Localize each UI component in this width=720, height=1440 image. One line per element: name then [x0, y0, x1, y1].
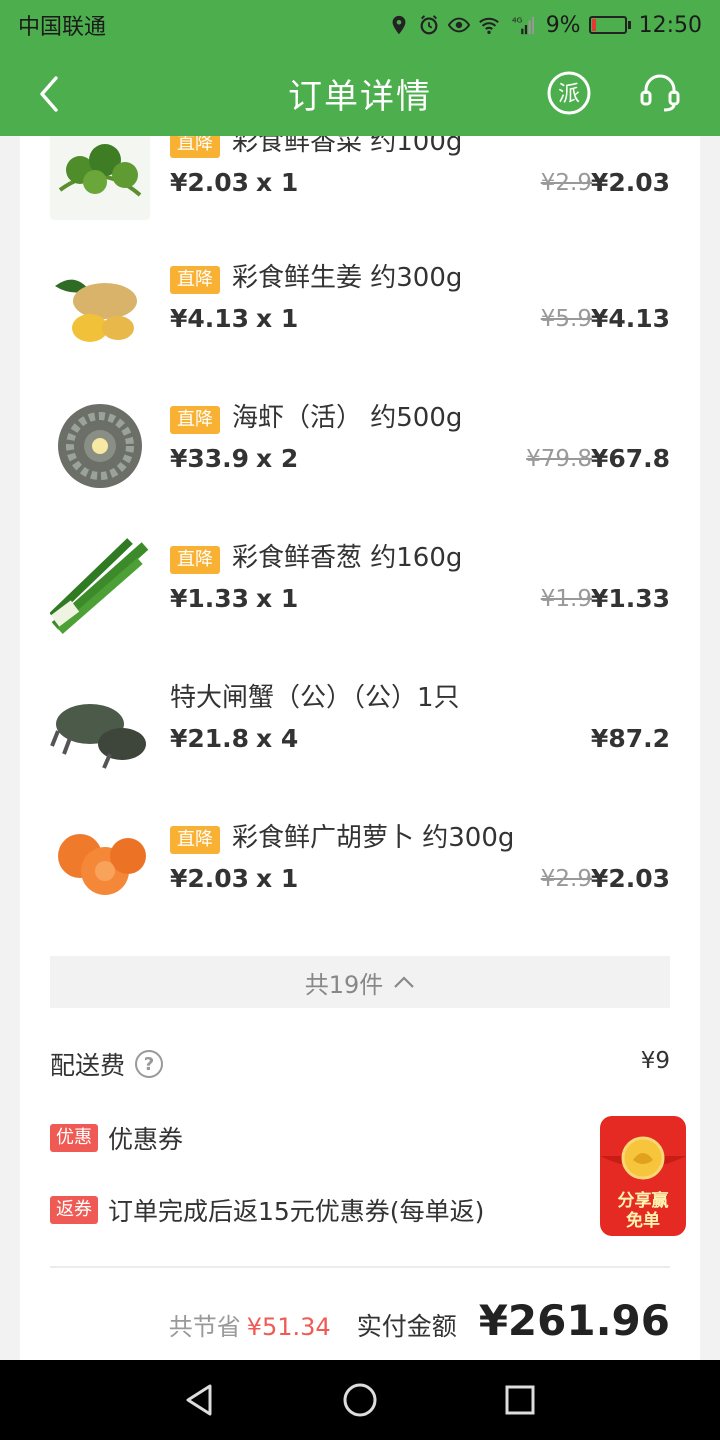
clock-time: 12:50 — [638, 12, 702, 38]
customer-service-icon[interactable] — [636, 68, 684, 116]
original-price: ¥1.9 — [540, 586, 592, 612]
status-bar: 中国联通 4G 9% 12:50 — [0, 0, 720, 50]
coupon-label: 优惠券 — [108, 1125, 184, 1154]
order-detail-card: 直降 彩食鲜香菜 约100g ¥2.03 x 1 ¥2.9 ¥2.03 直降 彩… — [20, 136, 700, 1360]
red-packet-line2: 免单 — [626, 1210, 660, 1231]
item-total: ¥87.2 — [590, 724, 670, 753]
unit-price: ¥33.9 — [170, 444, 250, 473]
page-title: 订单详情 — [288, 76, 432, 117]
product-name: 彩食鲜广胡萝卜 约300g — [232, 823, 515, 853]
order-item[interactable]: 直降 彩食鲜香菜 约100g ¥2.03 x 1 ¥2.9 ¥2.03 — [50, 136, 670, 240]
delivery-fee-value: ¥9 — [640, 1048, 670, 1074]
system-navigation-bar — [0, 1360, 720, 1440]
discount-tag: 直降 — [170, 826, 220, 854]
discount-tag: 直降 — [170, 266, 220, 294]
quantity: x 1 — [256, 168, 299, 197]
item-total: ¥67.8 — [590, 444, 670, 473]
unit-price: ¥2.03 — [170, 168, 250, 197]
collapse-items-button[interactable]: 共19件 — [50, 956, 670, 1008]
product-name: 彩食鲜香菜 约100g — [232, 136, 463, 157]
unit-price: ¥1.33 — [170, 584, 250, 613]
item-total: ¥2.03 — [590, 864, 670, 893]
product-image-coriander — [50, 136, 150, 220]
product-name: 彩食鲜香葱 约160g — [232, 543, 463, 573]
quantity: x 1 — [256, 584, 299, 613]
home-circle-icon[interactable] — [340, 1380, 380, 1420]
share-free-order-button[interactable]: 分享赢 免单 — [600, 1116, 686, 1236]
quantity: x 4 — [256, 724, 299, 753]
original-price: ¥5.9 — [540, 306, 592, 332]
discount-tag: 直降 — [170, 406, 220, 434]
carrier-name: 中国联通 — [18, 15, 107, 40]
original-price: ¥79.8 — [526, 446, 592, 472]
share-icon[interactable]: 派 — [546, 70, 592, 116]
order-item[interactable]: 直降 海虾（活） 约500g ¥33.9 x 2 ¥79.8 ¥67.8 — [50, 396, 670, 516]
discount-tag: 直降 — [170, 136, 220, 158]
unit-price: ¥21.8 — [170, 724, 250, 753]
coupon-badge: 优惠 — [50, 1124, 98, 1152]
quantity: x 1 — [256, 304, 299, 333]
item-count-label: 共19件 — [304, 970, 384, 999]
product-image-ginger — [50, 256, 150, 356]
order-item[interactable]: 直降 彩食鲜广胡萝卜 约300g ¥2.03 x 1 ¥2.9 ¥2.03 — [50, 816, 670, 936]
item-total: ¥1.33 — [590, 584, 670, 613]
return-coupon-badge: 返券 — [50, 1196, 98, 1224]
original-price: ¥2.9 — [540, 170, 592, 196]
payment-summary: 共节省 ¥51.34 实付金额 ¥261.96 — [169, 1296, 670, 1345]
product-name: 特大闸蟹（公）（公）1只 — [170, 683, 460, 713]
order-item[interactable]: 直降 彩食鲜生姜 约300g ¥4.13 x 1 ¥5.9 ¥4.13 — [50, 256, 670, 376]
back-triangle-icon[interactable] — [180, 1380, 220, 1420]
battery-percent: 9% — [545, 12, 581, 38]
discount-tag: 直降 — [170, 546, 220, 574]
product-name: 海虾（活） 约500g — [232, 403, 463, 433]
battery-icon — [588, 16, 631, 34]
eye-icon — [447, 17, 470, 33]
chevron-up-icon — [394, 976, 415, 988]
product-image-shrimp — [50, 396, 150, 496]
status-icons: 4G 9% 12:50 — [388, 13, 702, 38]
header-bar: 订单详情 派 — [0, 50, 720, 136]
quantity: x 1 — [256, 864, 299, 893]
unit-price: ¥4.13 — [170, 304, 250, 333]
savings-value: ¥51.34 — [246, 1313, 331, 1341]
return-coupon-label: 订单完成后返15元优惠券(每单返) — [108, 1197, 485, 1226]
order-item[interactable]: 特大闸蟹（公）（公）1只 ¥21.8 x 4 ¥87.2 — [50, 676, 670, 796]
red-packet-line1: 分享赢 — [618, 1190, 669, 1211]
quantity: x 2 — [256, 444, 299, 473]
delivery-fee-label: 配送费 — [50, 1051, 126, 1080]
location-icon — [392, 15, 406, 35]
product-image-carrot — [50, 816, 150, 916]
order-item[interactable]: 直降 彩食鲜香葱 约160g ¥1.33 x 1 ¥1.9 ¥1.33 — [50, 536, 670, 656]
return-coupon-row: 返券 订单完成后返15元优惠券(每单返) — [50, 1192, 484, 1228]
original-price: ¥2.9 — [540, 866, 592, 892]
delivery-fee-row: 配送费 ? — [50, 1046, 164, 1082]
unit-price: ¥2.03 — [170, 864, 250, 893]
savings-label: 共节省 — [168, 1313, 241, 1341]
item-total: ¥2.03 — [590, 168, 670, 197]
product-name: 彩食鲜生姜 约300g — [232, 263, 463, 293]
paid-amount-value: ¥261.96 — [478, 1296, 670, 1345]
coupon-row[interactable]: 优惠 优惠券 — [50, 1120, 183, 1156]
item-total: ¥4.13 — [590, 304, 670, 333]
alarm-icon — [420, 15, 438, 35]
divider — [50, 1266, 670, 1268]
signal-icon: 4G — [512, 15, 534, 35]
recent-apps-icon[interactable] — [500, 1380, 540, 1420]
back-arrow-icon[interactable] — [30, 72, 70, 116]
product-image-scallion — [50, 536, 150, 636]
network-type: 4G — [512, 15, 523, 24]
help-icon[interactable]: ? — [135, 1050, 164, 1078]
svg-text:派: 派 — [558, 82, 580, 107]
paid-amount-label: 实付金额 — [356, 1312, 457, 1341]
product-image-crab — [50, 676, 150, 776]
wifi-icon — [478, 17, 499, 34]
